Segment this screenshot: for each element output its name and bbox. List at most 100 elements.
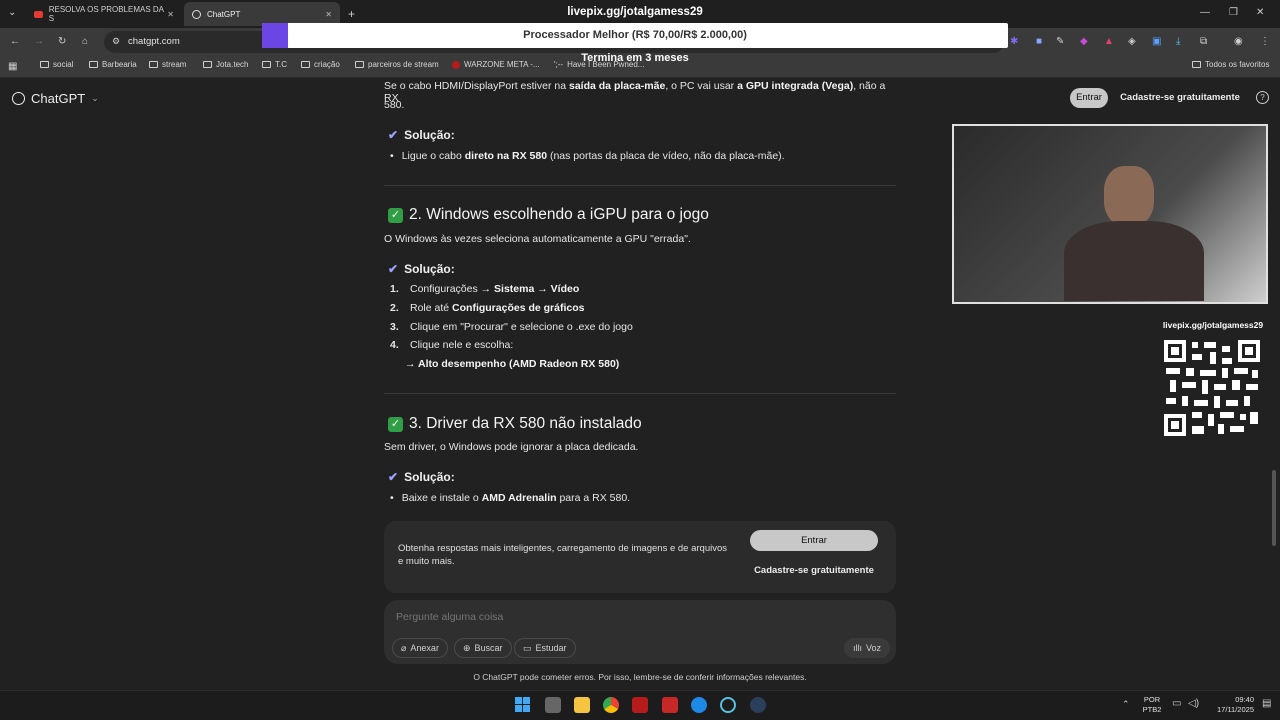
section-2-paragraph: O Windows às vezes seleciona automaticam… (384, 233, 691, 245)
goal-progress-bar: Processador Melhor (R$ 70,00/R$ 2.000,00… (262, 23, 1008, 48)
steam-icon[interactable] (750, 697, 766, 713)
forward-icon[interactable]: → (34, 37, 44, 47)
text: Role até (410, 302, 453, 314)
study-button[interactable]: ▭ Estudar (514, 638, 576, 658)
app-icon[interactable] (691, 697, 707, 713)
solution-label: Solução: (404, 470, 455, 484)
button-label: Estudar (535, 643, 567, 653)
windows-start-icon[interactable] (515, 697, 530, 712)
promo-signup-button[interactable]: Cadastre-se gratuitamente (750, 560, 878, 581)
keyboard-layout: PTB2 (1142, 704, 1162, 714)
bookmark-label: T.C (275, 60, 287, 69)
promo-login-button[interactable]: Entrar (750, 530, 878, 551)
folder-icon (262, 61, 271, 68)
list-number: 3. (390, 321, 399, 333)
plus-icon[interactable]: + (348, 8, 355, 20)
check-icon: ✔ (388, 470, 399, 484)
prompt-input[interactable] (396, 608, 876, 626)
start-tile (523, 705, 530, 712)
pen-icon[interactable]: ✎ (1056, 37, 1064, 47)
webcam-overlay (952, 124, 1268, 304)
app-icon[interactable] (632, 697, 648, 713)
site-settings-icon[interactable]: ⚙ (112, 37, 120, 46)
youtube-icon (34, 10, 43, 18)
notifications-icon[interactable]: ▤ (1262, 699, 1271, 709)
tab-resolva[interactable]: RESOLVA OS PROBLEMAS DA S ✕ (26, 2, 182, 26)
solution-heading: ✔ Solução: (388, 470, 455, 484)
bookmark-jotatech[interactable]: Jota.tech (203, 60, 248, 69)
url-text: chatgpt.com (128, 36, 180, 47)
tab-label: ChatGPT (207, 9, 241, 19)
reload-icon[interactable]: ↻ (58, 37, 66, 47)
bookmark-social[interactable]: social (40, 60, 73, 69)
extension-icon[interactable]: ▣ (1152, 37, 1161, 47)
search-button[interactable]: ⊕ Buscar (454, 638, 512, 658)
section-heading-2: ✓ 2. Windows escolhendo a iGPU para o jog… (388, 206, 709, 224)
menu-icon[interactable]: ⋮ (1260, 37, 1270, 47)
text: Baixe e instale o (401, 492, 482, 504)
app-icon[interactable] (720, 697, 736, 713)
bookmark-all[interactable]: Todos os favoritos (1192, 60, 1269, 69)
voice-button[interactable]: ıllı Voz (844, 638, 891, 658)
button-label: Anexar (410, 643, 439, 653)
scrollbar-thumb[interactable] (1272, 470, 1276, 546)
bookmark-barbearia[interactable]: Barbearia (89, 60, 137, 69)
close-window-icon[interactable]: ✕ (1256, 8, 1264, 18)
chatgpt-model-selector[interactable]: ChatGPT ⌄ (12, 91, 99, 106)
chevron-up-icon[interactable]: ⌃ (1122, 700, 1130, 709)
help-icon[interactable]: ? (1256, 91, 1269, 104)
extension-icon[interactable]: ◈ (1128, 37, 1136, 47)
profile-icon[interactable]: ◉ (1234, 37, 1243, 47)
extension-icon[interactable]: ■ (1036, 37, 1042, 47)
download-icon[interactable]: ⤓ (1176, 37, 1180, 47)
close-icon[interactable]: ✕ (167, 10, 174, 19)
signup-button[interactable]: Cadastre-se gratuitamente (1116, 88, 1244, 108)
app-name: ChatGPT (31, 91, 86, 106)
text-bold: saída da placa-mãe (569, 80, 666, 92)
login-button[interactable]: Entrar (1070, 88, 1108, 108)
bullet-icon: • (390, 492, 394, 504)
divider (384, 185, 896, 186)
text: , o PC vai usar (665, 80, 738, 92)
task-view-icon[interactable] (545, 697, 561, 713)
clock-date: 17/11/2025 (1217, 704, 1254, 714)
book-icon: ▭ (523, 642, 532, 653)
restore-icon[interactable]: ❐ (1229, 8, 1238, 18)
bookmark-parceiros[interactable]: parceiros de stream (355, 60, 439, 69)
chevron-down-icon: ⌄ (91, 93, 99, 103)
network-icon[interactable]: ▭ (1172, 699, 1181, 709)
streamer-head (1104, 166, 1154, 226)
folder-icon (301, 61, 310, 68)
back-icon[interactable]: ← (10, 37, 20, 47)
solution-label: Solução: (404, 128, 455, 142)
lang-code: POR (1143, 695, 1161, 704)
attach-button[interactable]: ⌀ Anexar (392, 638, 448, 658)
folder-icon (89, 61, 98, 68)
bookmark-stream[interactable]: stream (149, 60, 186, 69)
close-icon[interactable]: ✕ (325, 10, 332, 19)
solution-label: Solução: (404, 262, 455, 276)
language-indicator[interactable]: POR PTB2 (1140, 695, 1164, 715)
text-bold: AMD Adrenalin (481, 492, 557, 504)
list-item: • Baixe e instale o AMD Adrenalin para a… (390, 492, 630, 504)
qr-code-icon (1162, 338, 1262, 438)
list-item-text: Configurações → Sistema → Vídeo (410, 283, 579, 295)
minimize-icon[interactable]: — (1200, 8, 1210, 18)
clock[interactable]: 09:40 17/11/2025 (1204, 695, 1254, 715)
extension-icon[interactable]: ✱ (1010, 37, 1018, 47)
apps-icon[interactable]: ▦ (8, 62, 17, 72)
tab-label: RESOLVA OS PROBLEMAS DA S (48, 5, 164, 23)
tab-search-icon[interactable]: ⌄ (8, 8, 16, 18)
extensions-puzzle-icon[interactable]: ⧉ (1200, 37, 1207, 47)
app-icon[interactable] (662, 697, 678, 713)
extension-icon[interactable]: ◆ (1080, 37, 1088, 47)
volume-icon[interactable]: ◁) (1188, 699, 1199, 709)
bookmark-tc[interactable]: T.C (262, 60, 287, 69)
extension-icon[interactable]: ▲ (1104, 37, 1114, 47)
file-explorer-icon[interactable] (574, 697, 590, 713)
home-icon[interactable]: ⌂ (82, 37, 88, 47)
bookmark-criacao[interactable]: criação (301, 60, 340, 69)
solution-heading: ✔ Solução: (388, 262, 455, 276)
chrome-icon[interactable] (603, 697, 619, 713)
text-bold: a GPU integrada (Vega) (737, 80, 854, 92)
